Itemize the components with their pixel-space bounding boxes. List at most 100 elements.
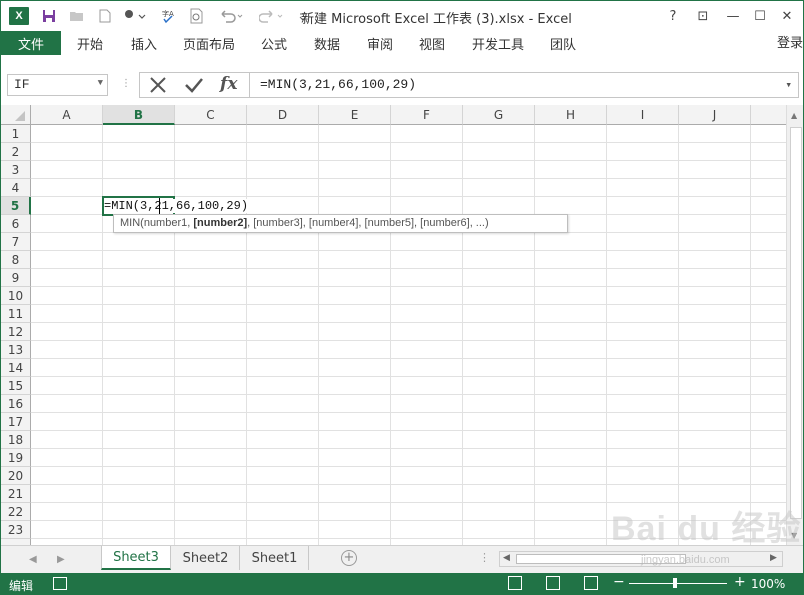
row-header-2[interactable]: 2: [1, 143, 31, 161]
row-header-7[interactable]: 7: [1, 233, 31, 251]
row-header-18[interactable]: 18: [1, 431, 31, 449]
column-header-c[interactable]: C: [175, 105, 247, 125]
undo-icon[interactable]: [217, 6, 247, 26]
tooltip-current-arg: [number2]: [193, 217, 248, 229]
active-cell-text: =MIN(3,21,66,100,29): [104, 199, 249, 213]
tab-data[interactable]: 数据: [314, 34, 340, 53]
zoom-level[interactable]: 100%: [751, 577, 785, 591]
row-header-19[interactable]: 19: [1, 449, 31, 467]
name-box[interactable]: IF ▼: [7, 74, 108, 96]
save-icon[interactable]: [39, 6, 59, 26]
chevron-down-icon[interactable]: ▼: [98, 78, 103, 88]
normal-view-icon[interactable]: [508, 576, 522, 590]
grip-icon[interactable]: ⋮: [479, 551, 490, 564]
column-header-d[interactable]: D: [247, 105, 319, 125]
gridline-horizontal: [31, 466, 786, 467]
excel-logo-icon: X: [9, 7, 29, 25]
column-header-g[interactable]: G: [463, 105, 535, 125]
row-header-17[interactable]: 17: [1, 413, 31, 431]
login-link[interactable]: 登录: [777, 32, 803, 51]
row-header-11[interactable]: 11: [1, 305, 31, 323]
row-header-4[interactable]: 4: [1, 179, 31, 197]
formula-input[interactable]: =MIN(3,21,66,100,29) ▾: [249, 72, 799, 98]
next-sheet-icon[interactable]: ▶: [57, 554, 65, 565]
column-header-f[interactable]: F: [391, 105, 463, 125]
enter-icon[interactable]: [184, 76, 204, 97]
help-button[interactable]: ?: [661, 5, 685, 27]
maximize-button[interactable]: ☐: [748, 5, 772, 27]
row-header-16[interactable]: 16: [1, 395, 31, 413]
zoom-in-icon[interactable]: +: [734, 574, 746, 590]
tab-home[interactable]: 开始: [77, 34, 103, 53]
redo-icon[interactable]: [257, 6, 287, 26]
worksheet-grid[interactable]: ABCDEFGHIJ 1 2 3 4 5 6 7 8 9 10 11 12 13 14 15 16 17 18 19…: [1, 105, 786, 545]
column-header-a[interactable]: A: [31, 105, 103, 125]
tab-view[interactable]: 视图: [419, 34, 445, 53]
row-header-6[interactable]: 6: [1, 215, 31, 233]
column-header-e[interactable]: E: [319, 105, 391, 125]
tab-developer[interactable]: 开发工具: [472, 34, 524, 53]
row-header-21[interactable]: 21: [1, 485, 31, 503]
gridline-vertical: [678, 125, 679, 545]
row-header-10[interactable]: 10: [1, 287, 31, 305]
vertical-scroll-thumb[interactable]: [790, 127, 802, 519]
gridline-horizontal: [31, 268, 786, 269]
minimize-button[interactable]: —: [721, 5, 745, 27]
row-header-1[interactable]: 1: [1, 125, 31, 143]
row-header-3[interactable]: 3: [1, 161, 31, 179]
new-icon[interactable]: [95, 6, 115, 26]
ribbon-display-button[interactable]: ⊡: [691, 5, 715, 27]
sheet-tab-sheet2[interactable]: Sheet2: [172, 546, 240, 570]
close-button[interactable]: ✕: [775, 5, 799, 27]
tab-formulas[interactable]: 公式: [261, 34, 287, 53]
tab-file[interactable]: 文件: [1, 31, 61, 55]
tab-review[interactable]: 审阅: [367, 34, 393, 53]
grip-icon: ⋮: [121, 78, 131, 89]
row-header-22[interactable]: 22: [1, 503, 31, 521]
gridline-vertical: [534, 125, 535, 545]
scroll-left-icon[interactable]: ◀: [503, 553, 510, 563]
scroll-up-icon[interactable]: ▲: [791, 111, 797, 120]
scroll-right-icon[interactable]: ▶: [770, 553, 777, 563]
print-preview-icon[interactable]: [187, 6, 207, 26]
sheet-tab-sheet3[interactable]: Sheet3: [101, 546, 171, 570]
add-sheet-icon[interactable]: +: [341, 550, 357, 566]
spelling-icon[interactable]: 字A: [159, 6, 179, 26]
row-header-20[interactable]: 20: [1, 467, 31, 485]
insert-function-icon[interactable]: fx: [220, 74, 237, 94]
prev-sheet-icon[interactable]: ◀: [29, 554, 37, 565]
tab-team[interactable]: 团队: [550, 34, 576, 53]
row-header-8[interactable]: 8: [1, 251, 31, 269]
column-header-b[interactable]: B: [103, 105, 175, 125]
row-header-9[interactable]: 9: [1, 269, 31, 287]
column-header-i[interactable]: I: [607, 105, 679, 125]
gridline-horizontal: [31, 250, 786, 251]
select-all-corner[interactable]: [1, 105, 31, 125]
tab-page-layout[interactable]: 页面布局: [183, 34, 235, 53]
vertical-scrollbar[interactable]: ▲ ▼: [786, 105, 803, 545]
page-break-view-icon[interactable]: [584, 576, 598, 590]
open-icon[interactable]: [67, 6, 87, 26]
zoom-slider-knob[interactable]: [673, 578, 677, 588]
row-header-12[interactable]: 12: [1, 323, 31, 341]
zoom-slider[interactable]: [629, 583, 727, 584]
function-tooltip[interactable]: MIN(number1, [number2], [number3], [numb…: [113, 214, 568, 233]
gridline-horizontal: [31, 322, 786, 323]
row-header-14[interactable]: 14: [1, 359, 31, 377]
row-header-15[interactable]: 15: [1, 377, 31, 395]
row-header-5[interactable]: 5: [1, 197, 31, 215]
gridline-vertical: [606, 125, 607, 545]
row-header-23[interactable]: 23: [1, 521, 31, 539]
column-header-h[interactable]: H: [535, 105, 607, 125]
column-header-j[interactable]: J: [679, 105, 751, 125]
cancel-icon[interactable]: [148, 76, 168, 97]
zoom-out-icon[interactable]: −: [613, 574, 625, 590]
sheet-tab-sheet1[interactable]: Sheet1: [241, 546, 309, 570]
expand-formula-bar-icon[interactable]: ▾: [785, 78, 792, 92]
macro-record-icon[interactable]: [53, 577, 67, 590]
row-header-13[interactable]: 13: [1, 341, 31, 359]
touch-mode-icon[interactable]: [121, 6, 149, 26]
tab-insert[interactable]: 插入: [131, 34, 157, 53]
page-layout-view-icon[interactable]: [546, 576, 560, 590]
gridline-vertical: [174, 125, 175, 545]
